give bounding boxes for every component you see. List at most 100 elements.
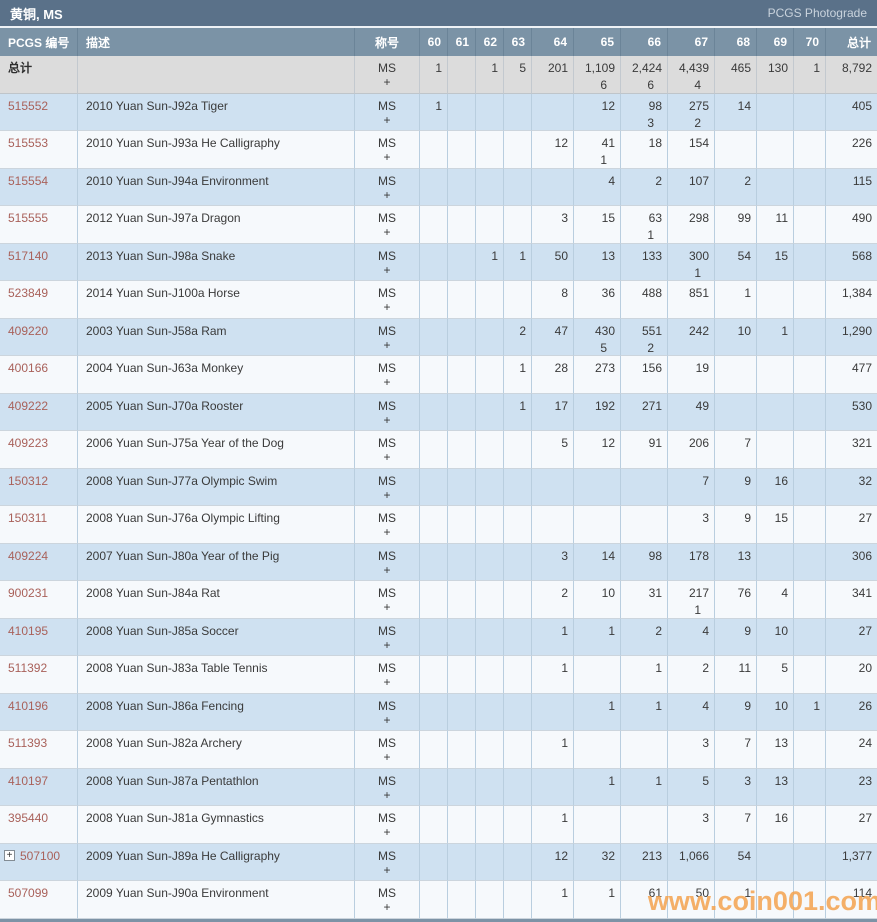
grade-cell-68: 1 bbox=[715, 881, 757, 919]
grade-value: 32 bbox=[826, 474, 872, 488]
pcgs-id-cell: 900231 bbox=[0, 581, 78, 619]
designation-ms: MS bbox=[355, 586, 419, 600]
grade-cell-64: 2 bbox=[532, 581, 574, 619]
grade-value: 13 bbox=[757, 736, 788, 750]
grade-cell-60 bbox=[420, 469, 448, 507]
pcgs-id-link[interactable]: 400166 bbox=[8, 361, 48, 375]
grade-cell-63 bbox=[504, 694, 532, 732]
grade-value: 13 bbox=[715, 549, 751, 563]
grade-cell-70 bbox=[794, 656, 826, 694]
pcgs-id-link[interactable]: 409223 bbox=[8, 436, 48, 450]
pcgs-id-link[interactable]: 395440 bbox=[8, 811, 48, 825]
grade-cell-66: 983 bbox=[621, 94, 668, 132]
designation-ms: MS bbox=[355, 474, 419, 488]
grade-cell-65: 1 bbox=[574, 769, 621, 807]
pcgs-id-link[interactable]: 511393 bbox=[8, 736, 47, 750]
pcgs-id-link[interactable]: 409220 bbox=[8, 324, 48, 338]
grade-cell-66: 488 bbox=[621, 281, 668, 319]
grade-cell-68: 10 bbox=[715, 319, 757, 357]
header-grade-63: 63 bbox=[504, 28, 532, 56]
grade-cell-64: 50 bbox=[532, 244, 574, 282]
pcgs-id-link[interactable]: 515554 bbox=[8, 174, 48, 188]
grade-cell-67: 50 bbox=[668, 881, 715, 919]
grade-cell-65 bbox=[574, 806, 621, 844]
grade-cell-63: 1 bbox=[504, 356, 532, 394]
pcgs-id-link[interactable]: 523849 bbox=[8, 286, 48, 300]
grade-cell-61 bbox=[448, 506, 476, 544]
header-grade-66: 66 bbox=[621, 28, 668, 56]
plus-grade-value: 5 bbox=[574, 341, 615, 355]
grade-cell-62 bbox=[476, 506, 504, 544]
grade-cell-70 bbox=[794, 94, 826, 132]
grade-value: 1 bbox=[504, 361, 526, 375]
grade-value: 488 bbox=[621, 286, 662, 300]
total-cell: 27 bbox=[826, 506, 877, 544]
designation-cell: MS+ bbox=[355, 506, 420, 544]
designation-cell: MS+ bbox=[355, 356, 420, 394]
grade-cell-61 bbox=[448, 656, 476, 694]
grade-cell-64 bbox=[532, 469, 574, 507]
pcgs-id-link[interactable]: 517140 bbox=[8, 249, 48, 263]
header-grade-70: 70 bbox=[794, 28, 826, 56]
grade-cell-60 bbox=[420, 506, 448, 544]
grade-cell-70 bbox=[794, 169, 826, 207]
grade-cell-68: 9 bbox=[715, 469, 757, 507]
pcgs-id-link[interactable]: 515552 bbox=[8, 99, 48, 113]
table-row: 5070992009 Yuan Sun-J90a EnvironmentMS+1… bbox=[0, 881, 877, 919]
grade-value: 1 bbox=[621, 661, 662, 675]
grade-cell-65: 4305 bbox=[574, 319, 621, 357]
photograde-link[interactable]: PCGS Photograde bbox=[768, 6, 867, 20]
designation-plus: + bbox=[355, 563, 419, 577]
grade-value: 76 bbox=[715, 586, 751, 600]
total-cell: 477 bbox=[826, 356, 877, 394]
pcgs-id-link[interactable]: 410196 bbox=[8, 699, 48, 713]
pcgs-id-link[interactable]: 515553 bbox=[8, 136, 48, 150]
pcgs-id-link[interactable]: 409222 bbox=[8, 399, 48, 413]
grade-cell-66: 213 bbox=[621, 844, 668, 882]
pcgs-id-link[interactable]: 410197 bbox=[8, 774, 48, 788]
grade-value: 217 bbox=[668, 586, 709, 600]
pcgs-id-link[interactable]: 507100 bbox=[20, 849, 60, 863]
pcgs-id-cell: 400166 bbox=[0, 356, 78, 394]
grade-cell-63 bbox=[504, 544, 532, 582]
pcgs-id-link[interactable]: 409224 bbox=[8, 549, 48, 563]
grade-value: 4 bbox=[668, 699, 709, 713]
pcgs-id-link[interactable]: 150311 bbox=[8, 511, 47, 525]
grade-cell-70 bbox=[794, 469, 826, 507]
designation-cell: MS+ bbox=[355, 581, 420, 619]
designation-plus: + bbox=[355, 788, 419, 802]
grade-cell-65 bbox=[574, 469, 621, 507]
grade-cell-61 bbox=[448, 731, 476, 769]
pcgs-id-link[interactable]: 507099 bbox=[8, 886, 48, 900]
grade-value: 2 bbox=[504, 324, 526, 338]
grade-cell-64: 12 bbox=[532, 131, 574, 169]
designation-plus: + bbox=[355, 75, 419, 89]
grade-value: 1,377 bbox=[826, 849, 872, 863]
grade-value: 1 bbox=[574, 624, 615, 638]
grade-cell-64: 1 bbox=[532, 619, 574, 657]
total-row-label: 总计 bbox=[8, 61, 32, 75]
grade-value: 3 bbox=[668, 511, 709, 525]
grade-cell-69 bbox=[757, 544, 794, 582]
grade-cell-68: 13 bbox=[715, 544, 757, 582]
pcgs-id-link[interactable]: 515555 bbox=[8, 211, 48, 225]
pcgs-id-link[interactable]: 150312 bbox=[8, 474, 48, 488]
grade-cell-65: 411 bbox=[574, 131, 621, 169]
grade-value: 5 bbox=[532, 436, 568, 450]
grade-value: 2 bbox=[532, 586, 568, 600]
grade-value: 298 bbox=[668, 211, 709, 225]
grade-cell-70 bbox=[794, 881, 826, 919]
grade-cell-69: 4 bbox=[757, 581, 794, 619]
pcgs-id-link[interactable]: 900231 bbox=[8, 586, 48, 600]
pcgs-id-link[interactable]: 511392 bbox=[8, 661, 47, 675]
grade-cell-62 bbox=[476, 731, 504, 769]
expand-icon[interactable]: + bbox=[4, 850, 15, 861]
description-cell: 2008 Yuan Sun-J81a Gymnastics bbox=[78, 806, 355, 844]
grade-cell-61 bbox=[448, 544, 476, 582]
pcgs-id-link[interactable]: 410195 bbox=[8, 624, 48, 638]
grade-cell-66: 1 bbox=[621, 694, 668, 732]
grade-cell-62 bbox=[476, 619, 504, 657]
grade-value: 1 bbox=[574, 886, 615, 900]
table-row: 5155532010 Yuan Sun-J93a He CalligraphyM… bbox=[0, 131, 877, 169]
grade-cell-63 bbox=[504, 731, 532, 769]
